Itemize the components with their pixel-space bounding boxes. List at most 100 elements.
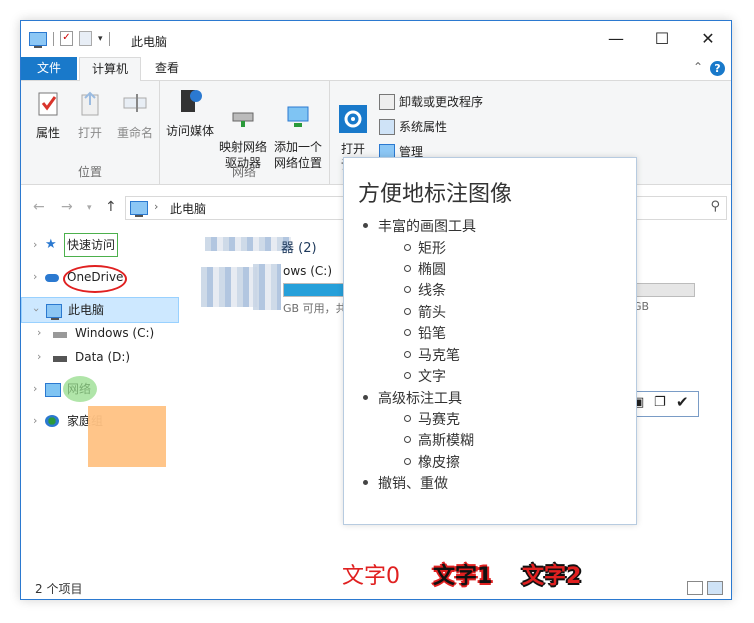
access-media-label: 访问媒体 — [165, 124, 214, 138]
rename-label: 重命名 — [116, 126, 153, 140]
expand-chevron-icon[interactable]: › — [33, 265, 37, 289]
maximize-button[interactable]: ☐ — [639, 21, 685, 57]
ribbon-group-network: 访问媒体 映射网络 驱动器 添加一个 网络位置 网络 — [159, 81, 330, 184]
properties-icon — [38, 92, 58, 116]
expand-chevron-icon[interactable]: › — [37, 321, 41, 345]
properties-quick-icon[interactable]: ✓ — [60, 31, 73, 46]
cloud-icon — [45, 274, 59, 282]
large-icons-view-icon[interactable] — [707, 581, 723, 595]
recent-locations-icon[interactable]: ▾ — [87, 203, 92, 213]
list-item: 丰富的画图工具 — [363, 216, 476, 236]
help-icon[interactable]: ? — [710, 61, 725, 76]
mosaic-blur-region — [205, 237, 291, 251]
ribbon-group-label: 位置 — [77, 165, 102, 179]
list-subitem: 文字 — [404, 366, 446, 386]
nav-item-windows-c[interactable]: › Windows (C:) — [21, 321, 177, 345]
system-properties-link[interactable]: 系统属性 — [379, 118, 447, 135]
drive-free-space: GB 可用，共 — [283, 302, 347, 315]
nav-item-network[interactable]: › 网络 — [21, 377, 177, 401]
separator — [108, 31, 110, 46]
back-button[interactable]: ← — [33, 199, 45, 215]
uninstall-program-link[interactable]: 卸载或更改程序 — [379, 93, 483, 110]
annotation-rectangle — [64, 233, 118, 257]
properties-button[interactable]: 属性 — [31, 89, 65, 141]
nav-label: 此电脑 — [68, 303, 105, 317]
group-header: 器 (2) — [281, 241, 317, 256]
access-media-button[interactable]: 访问媒体 — [165, 87, 215, 139]
tab-file[interactable]: 文件 — [21, 57, 77, 80]
homegroup-icon — [45, 415, 59, 427]
nav-item-this-pc[interactable]: › 此电脑 — [21, 297, 179, 323]
list-subitem: 马赛克 — [404, 409, 460, 429]
forward-button[interactable]: → — [61, 199, 73, 215]
ribbon-group-label: 网络 — [231, 165, 256, 179]
list-subitem: 橡皮擦 — [404, 452, 460, 472]
tab-computer[interactable]: 计算机 — [79, 57, 142, 82]
list-subitem: 椭圆 — [404, 259, 446, 279]
expand-chevron-icon[interactable]: › — [33, 377, 37, 401]
drive-icon-blurred — [201, 267, 257, 307]
list-subitem: 矩形 — [404, 238, 446, 258]
popup-title: 方便地标注图像 — [358, 182, 513, 207]
confirm-check-icon[interactable]: ✔ — [676, 393, 689, 411]
nav-item-data-d[interactable]: › Data (D:) — [21, 345, 177, 369]
annotation-marker — [63, 376, 97, 402]
network-drive-icon — [232, 112, 254, 127]
view-switcher — [687, 581, 723, 595]
collapse-chevron-icon[interactable]: › — [24, 308, 48, 312]
annotation-text-plain: 文字0 — [342, 564, 400, 589]
list-item: 高级标注工具 — [363, 388, 462, 408]
uninstall-label: 卸载或更改程序 — [399, 95, 484, 109]
quick-access-toolbar: ✓ ▾ — [29, 31, 110, 48]
minimize-button[interactable]: — — [593, 21, 639, 57]
mosaic-blur-region — [253, 264, 281, 310]
details-view-icon[interactable] — [687, 581, 703, 595]
this-pc-icon — [46, 304, 62, 320]
system-properties-label: 系统属性 — [399, 120, 448, 134]
copy-icon[interactable]: ❐ — [654, 395, 666, 410]
annotation-ellipse — [63, 265, 127, 293]
drive-icon — [53, 332, 67, 338]
this-pc-icon — [29, 31, 47, 48]
close-button[interactable]: ✕ — [685, 21, 731, 57]
breadcrumb-separator-icon: › — [154, 200, 159, 213]
properties-label: 属性 — [35, 126, 60, 140]
tab-view[interactable]: 查看 — [143, 57, 191, 80]
list-subitem: 箭头 — [404, 302, 446, 322]
open-button[interactable]: 打开 — [73, 89, 107, 141]
rename-icon — [123, 94, 147, 112]
open-icon — [81, 91, 99, 116]
expand-chevron-icon[interactable]: › — [37, 345, 41, 369]
uninstall-icon — [379, 93, 395, 110]
window-title: 此电脑 — [131, 35, 168, 49]
search-icon[interactable]: ⚲ — [710, 199, 720, 214]
up-button[interactable]: ↑ — [105, 199, 117, 215]
address-path: 此电脑 — [170, 202, 207, 216]
annotation-text-outlined: 文字1 — [433, 564, 493, 589]
list-subitem: 线条 — [404, 280, 446, 300]
drive-name[interactable]: ows (C:) — [283, 264, 332, 278]
ribbon-group-location: 属性 打开 重命名 位置 — [21, 81, 160, 184]
nav-label: Data (D:) — [75, 350, 131, 364]
annotation-mosaic — [88, 406, 166, 467]
status-item-count: 2 个项目 — [35, 582, 83, 596]
expand-chevron-icon[interactable]: › — [33, 409, 37, 433]
customize-toolbar-arrow-icon[interactable]: ▾ — [98, 34, 103, 44]
drive-icon — [53, 356, 67, 362]
network-icon — [45, 383, 61, 397]
collapse-ribbon-icon[interactable]: ⌃ — [693, 60, 703, 74]
rename-button[interactable]: 重命名 — [113, 89, 157, 141]
expand-chevron-icon[interactable]: › — [33, 233, 37, 257]
annotation-text-outlined-red: 文字2 — [522, 564, 582, 589]
open-label: 打开 — [77, 126, 102, 140]
nav-label: Windows (C:) — [75, 326, 155, 340]
separator — [53, 31, 54, 46]
star-icon: ★ — [45, 237, 57, 252]
explorer-window: ✓ ▾ 此电脑 — ☐ ✕ 文件 计算机 查看 ⌃ ? 属性 打开 重命名 位置… — [20, 20, 732, 600]
this-pc-icon — [130, 201, 148, 217]
title-bar: ✓ ▾ 此电脑 — ☐ ✕ — [21, 21, 731, 57]
list-subitem: 高斯模糊 — [404, 430, 474, 450]
list-subitem: 马克笔 — [404, 345, 460, 365]
list-item: 撤销、重做 — [363, 473, 448, 493]
new-folder-quick-icon[interactable] — [79, 31, 92, 46]
